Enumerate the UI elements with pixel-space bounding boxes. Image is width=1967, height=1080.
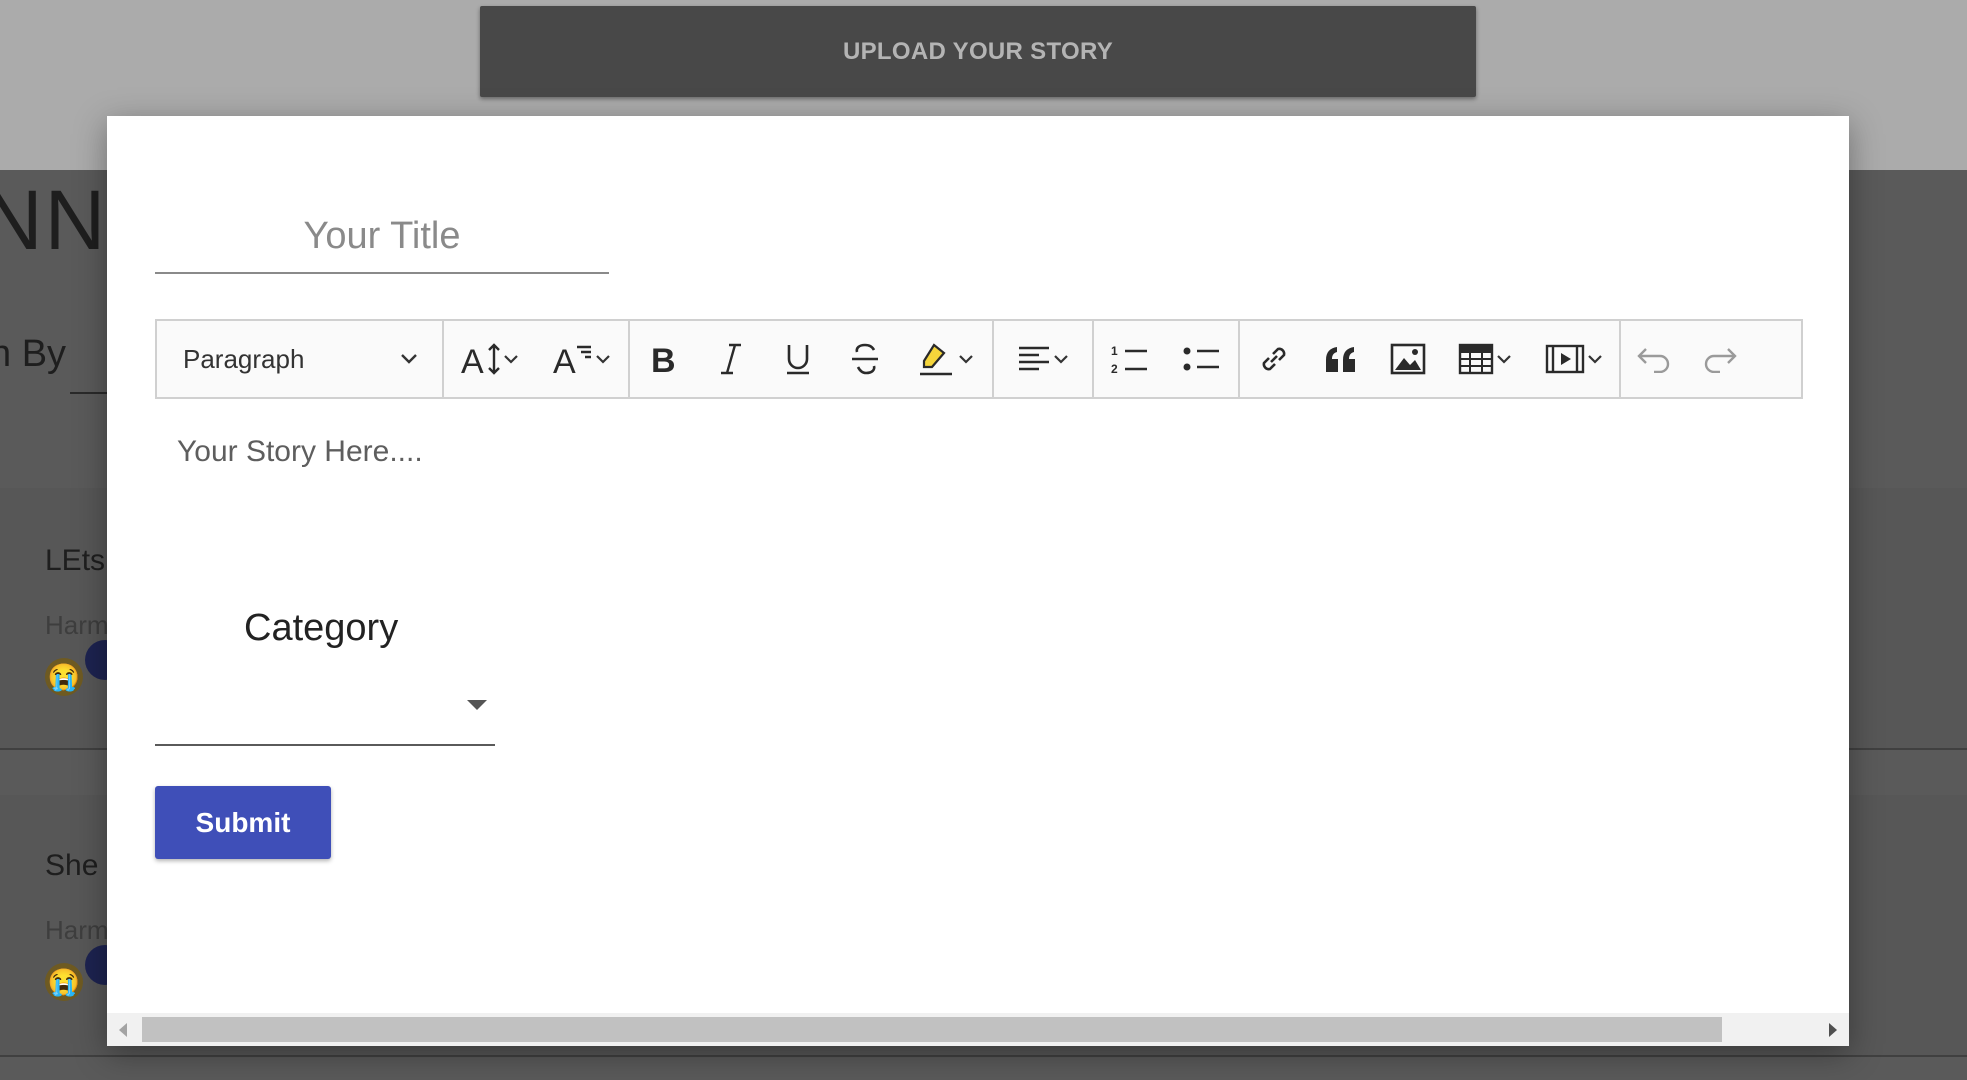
svg-text:2: 2: [1111, 362, 1118, 376]
font-family-button[interactable]: A: [536, 321, 628, 397]
media-icon: [1545, 344, 1585, 374]
category-select[interactable]: [155, 686, 495, 746]
insert-media-button[interactable]: [1529, 321, 1619, 397]
font-size-button[interactable]: A: [444, 321, 536, 397]
bold-icon: B: [651, 342, 676, 376]
insert-link-button[interactable]: [1240, 321, 1307, 397]
highlight-icon: [920, 343, 952, 376]
scroll-right-arrow-icon[interactable]: [1829, 1023, 1837, 1037]
emoji-reaction-icon[interactable]: 😭: [45, 658, 83, 696]
story-editor[interactable]: Your Story Here....: [155, 401, 1803, 571]
redo-icon: [1704, 348, 1737, 373]
highlight-button[interactable]: [898, 321, 992, 397]
numbered-list-button[interactable]: 1 2: [1094, 321, 1166, 397]
svg-text:A: A: [461, 343, 484, 377]
undo-button[interactable]: [1621, 321, 1687, 397]
font-size-icon: A: [461, 343, 500, 377]
story-card-author: Harm: [45, 610, 109, 640]
strikethrough-icon: [851, 343, 878, 375]
emoji-reaction-icon[interactable]: 😭: [45, 963, 83, 1001]
bulleted-list-button[interactable]: [1166, 321, 1238, 397]
text-align-button[interactable]: [994, 321, 1092, 397]
upload-story-dialog: Paragraph A A B: [107, 116, 1849, 1046]
blockquote-icon: [1325, 347, 1355, 372]
strikethrough-button[interactable]: [831, 321, 898, 397]
heading-select-value: Paragraph: [183, 343, 305, 374]
chevron-down-icon: [401, 354, 417, 364]
chevron-down-icon: [504, 355, 518, 364]
scrollbar-thumb[interactable]: [142, 1017, 1722, 1042]
submit-button-label: Submit: [195, 806, 291, 838]
italic-icon: [720, 343, 741, 375]
italic-button[interactable]: [697, 321, 764, 397]
blockquote-button[interactable]: [1307, 321, 1374, 397]
link-icon: [1262, 347, 1285, 371]
align-left-icon: [1019, 346, 1049, 371]
story-editor-placeholder: Your Story Here....: [177, 435, 423, 468]
upload-story-button[interactable]: UPLOAD YOUR STORY: [480, 6, 1476, 97]
bulleted-list-icon: [1183, 347, 1219, 371]
table-icon: [1458, 343, 1494, 375]
editor-toolbar: Paragraph A A B 1 2: [155, 319, 1803, 399]
category-label: Category: [244, 607, 399, 649]
chevron-down-icon: [596, 355, 610, 364]
insert-image-button[interactable]: [1374, 321, 1441, 397]
underline-button[interactable]: [764, 321, 831, 397]
svg-text:A: A: [553, 343, 576, 377]
heading-select[interactable]: Paragraph: [157, 321, 442, 397]
upload-story-label: UPLOAD YOUR STORY: [842, 37, 1114, 65]
story-card-title: LEts: [45, 544, 106, 577]
horizontal-scrollbar[interactable]: [107, 1013, 1849, 1046]
numbered-list-icon: 1 2: [1111, 344, 1147, 376]
chevron-down-icon: [1497, 355, 1511, 364]
story-card-title: She: [45, 849, 99, 882]
undo-icon: [1637, 348, 1670, 373]
insert-table-button[interactable]: [1441, 321, 1529, 397]
image-icon: [1390, 343, 1425, 375]
chevron-down-icon: [1054, 355, 1068, 364]
dropdown-arrow-icon: [467, 700, 487, 710]
bold-button[interactable]: B: [630, 321, 697, 397]
svg-text:1: 1: [1111, 344, 1118, 358]
svg-text:B: B: [651, 342, 676, 376]
submit-button[interactable]: Submit: [155, 786, 331, 859]
title-input[interactable]: [155, 206, 609, 266]
story-card-author: Harm: [45, 915, 109, 945]
underline-icon: [786, 345, 809, 375]
redo-button[interactable]: [1687, 321, 1753, 397]
chevron-down-icon: [959, 355, 973, 364]
scroll-left-arrow-icon[interactable]: [119, 1023, 127, 1037]
chevron-down-icon: [1588, 355, 1602, 364]
title-field: [155, 206, 609, 274]
sort-by-select[interactable]: [70, 392, 110, 394]
font-family-icon: A: [553, 343, 591, 377]
sort-by-label: n By: [0, 333, 67, 375]
